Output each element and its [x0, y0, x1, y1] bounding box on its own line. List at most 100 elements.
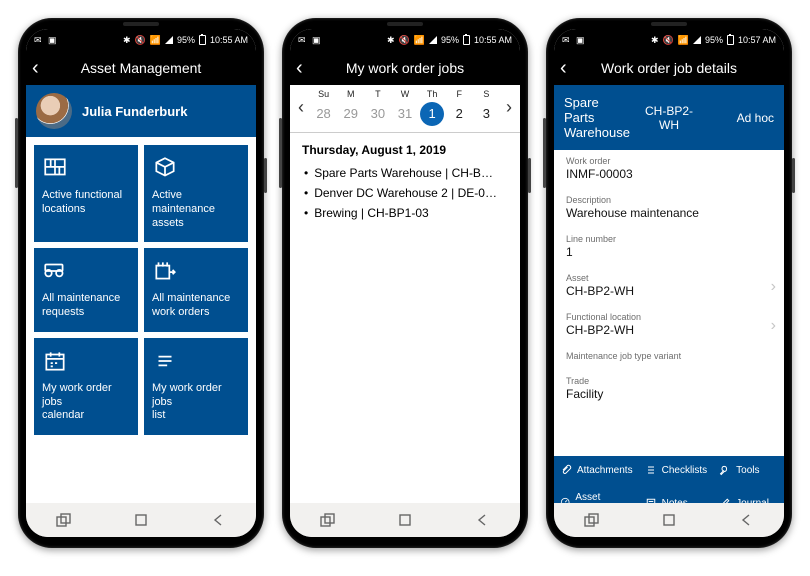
- back-icon[interactable]: ‹: [560, 58, 588, 78]
- action-notes[interactable]: Notes: [639, 484, 714, 503]
- field-label: Description: [566, 195, 772, 205]
- list-icon: [152, 348, 178, 374]
- field-value: INMF-00003: [566, 167, 772, 181]
- tile-label: Active maintenance assets: [152, 189, 240, 230]
- status-bar: ✉▣ ✱🔇📶 95% 10:55 AM: [290, 29, 520, 51]
- job-header: Spare Parts Warehouse CH-BP2-WH Ad hoc: [554, 85, 784, 150]
- nav-back-icon[interactable]: [738, 512, 754, 528]
- day-cell[interactable]: 31: [393, 102, 417, 126]
- battery-pct: 95%: [441, 35, 459, 45]
- nav-footer: [26, 503, 256, 537]
- recents-icon[interactable]: [56, 512, 72, 528]
- time: 10:57 AM: [738, 35, 776, 45]
- day-name: F: [446, 89, 473, 102]
- field-description: DescriptionWarehouse maintenance: [554, 189, 784, 228]
- calendar-week: ‹ SuMTWThFS28293031123 ›: [290, 85, 520, 130]
- nav-footer: [554, 503, 784, 537]
- action-label: Tools: [736, 465, 759, 476]
- field-asset[interactable]: AssetCH-BP2-WH: [554, 267, 784, 306]
- field-label: Asset: [566, 273, 772, 283]
- pen-icon: [719, 497, 731, 503]
- tiles-grid: Active functional locations Active maint…: [26, 137, 256, 443]
- action-tools[interactable]: Tools: [713, 456, 784, 484]
- action-label: Checklists: [662, 465, 708, 476]
- next-week-icon[interactable]: ›: [500, 97, 518, 118]
- field-value: CH-BP2-WH: [566, 284, 772, 298]
- tile-all-maintenance-work-orders[interactable]: All maintenance work orders: [144, 248, 248, 332]
- event-item[interactable]: Brewing | CH-BP1-03: [290, 203, 520, 223]
- tile-label: Active functional locations: [42, 189, 130, 217]
- home-icon[interactable]: [397, 512, 413, 528]
- nav-back-icon[interactable]: [210, 512, 226, 528]
- asset-icon: [152, 155, 178, 181]
- back-icon[interactable]: ‹: [296, 58, 324, 78]
- title-bar: ‹ Asset Management: [26, 51, 256, 85]
- tile-active-maintenance-assets[interactable]: Active maintenance assets: [144, 145, 248, 242]
- action-checklists[interactable]: Checklists: [639, 456, 714, 484]
- field-value: Warehouse maintenance: [566, 206, 772, 220]
- tile-my-work-order-jobs-calendar[interactable]: My work order jobs calendar: [34, 338, 138, 435]
- list-icon: [645, 464, 657, 476]
- phone-3: ✉▣ ✱🔇📶 95% 10:57 AM ‹ Work order job det…: [546, 18, 792, 548]
- phone-2: ✉▣ ✱🔇📶 95% 10:55 AM ‹ My work order jobs…: [282, 18, 528, 548]
- time: 10:55 AM: [474, 35, 512, 45]
- work-orders-icon: [152, 258, 178, 284]
- home-icon[interactable]: [133, 512, 149, 528]
- action-asset-counters[interactable]: Asset counters: [554, 484, 639, 503]
- day-name: Su: [310, 89, 337, 102]
- tile-label: All maintenance work orders: [152, 292, 240, 320]
- field-label: Maintenance job type variant: [566, 351, 772, 361]
- page-title: My work order jobs: [324, 60, 486, 76]
- day-cell[interactable]: 2: [447, 102, 471, 126]
- requests-icon: [42, 258, 68, 284]
- action-journal[interactable]: Journal: [713, 484, 784, 503]
- time: 10:55 AM: [210, 35, 248, 45]
- title-bar: ‹ My work order jobs: [290, 51, 520, 85]
- nav-back-icon[interactable]: [474, 512, 490, 528]
- field-label: Work order: [566, 156, 772, 166]
- calendar-icon: [42, 348, 68, 374]
- field-work-order: Work orderINMF-00003: [554, 150, 784, 189]
- tile-active-functional-locations[interactable]: Active functional locations: [34, 145, 138, 242]
- wrench-icon: [719, 464, 731, 476]
- job-header-mid: CH-BP2-WH: [636, 104, 702, 132]
- day-cell[interactable]: 30: [366, 102, 390, 126]
- field-label: Line number: [566, 234, 772, 244]
- tile-label: My work order jobs list: [152, 382, 240, 423]
- prev-week-icon[interactable]: ‹: [292, 97, 310, 118]
- user-name: Julia Funderburk: [82, 104, 187, 119]
- avatar: [36, 93, 72, 129]
- action-bar: Attachments Checklists Tools Asset counters…: [554, 456, 784, 503]
- field-line-number: Line number1: [554, 228, 784, 267]
- tile-label: All maintenance requests: [42, 292, 130, 320]
- tile-label: My work order jobs calendar: [42, 382, 130, 423]
- tile-my-work-order-jobs-list[interactable]: My work order jobs list: [144, 338, 248, 435]
- date-heading: Thursday, August 1, 2019: [290, 133, 520, 163]
- action-label: Attachments: [577, 465, 633, 476]
- day-cell[interactable]: 29: [339, 102, 363, 126]
- action-label: Journal: [736, 498, 769, 504]
- field-value: Facility: [566, 387, 772, 401]
- title-bar: ‹ Work order job details: [554, 51, 784, 85]
- back-icon[interactable]: ‹: [32, 58, 60, 78]
- event-item[interactable]: Spare Parts Warehouse | CH-B…: [290, 163, 520, 183]
- home-icon[interactable]: [661, 512, 677, 528]
- job-header-right: Ad hoc: [708, 111, 774, 125]
- note-icon: [645, 497, 657, 503]
- tile-all-maintenance-requests[interactable]: All maintenance requests: [34, 248, 138, 332]
- recents-icon[interactable]: [320, 512, 336, 528]
- user-row[interactable]: Julia Funderburk: [26, 85, 256, 137]
- job-header-left: Spare Parts Warehouse: [564, 95, 630, 140]
- field-functional-location[interactable]: Functional locationCH-BP2-WH: [554, 306, 784, 345]
- recents-icon[interactable]: [584, 512, 600, 528]
- day-cell[interactable]: 3: [474, 102, 498, 126]
- day-cell[interactable]: 28: [312, 102, 336, 126]
- action-attachments[interactable]: Attachments: [554, 456, 639, 484]
- field-label: Functional location: [566, 312, 772, 322]
- day-name: Th: [419, 89, 446, 102]
- day-cell[interactable]: 1: [420, 102, 444, 126]
- event-item[interactable]: Denver DC Warehouse 2 | DE-0…: [290, 183, 520, 203]
- day-name: T: [364, 89, 391, 102]
- status-bar: ✉▣ ✱🔇📶 95% 10:57 AM: [554, 29, 784, 51]
- nav-footer: [290, 503, 520, 537]
